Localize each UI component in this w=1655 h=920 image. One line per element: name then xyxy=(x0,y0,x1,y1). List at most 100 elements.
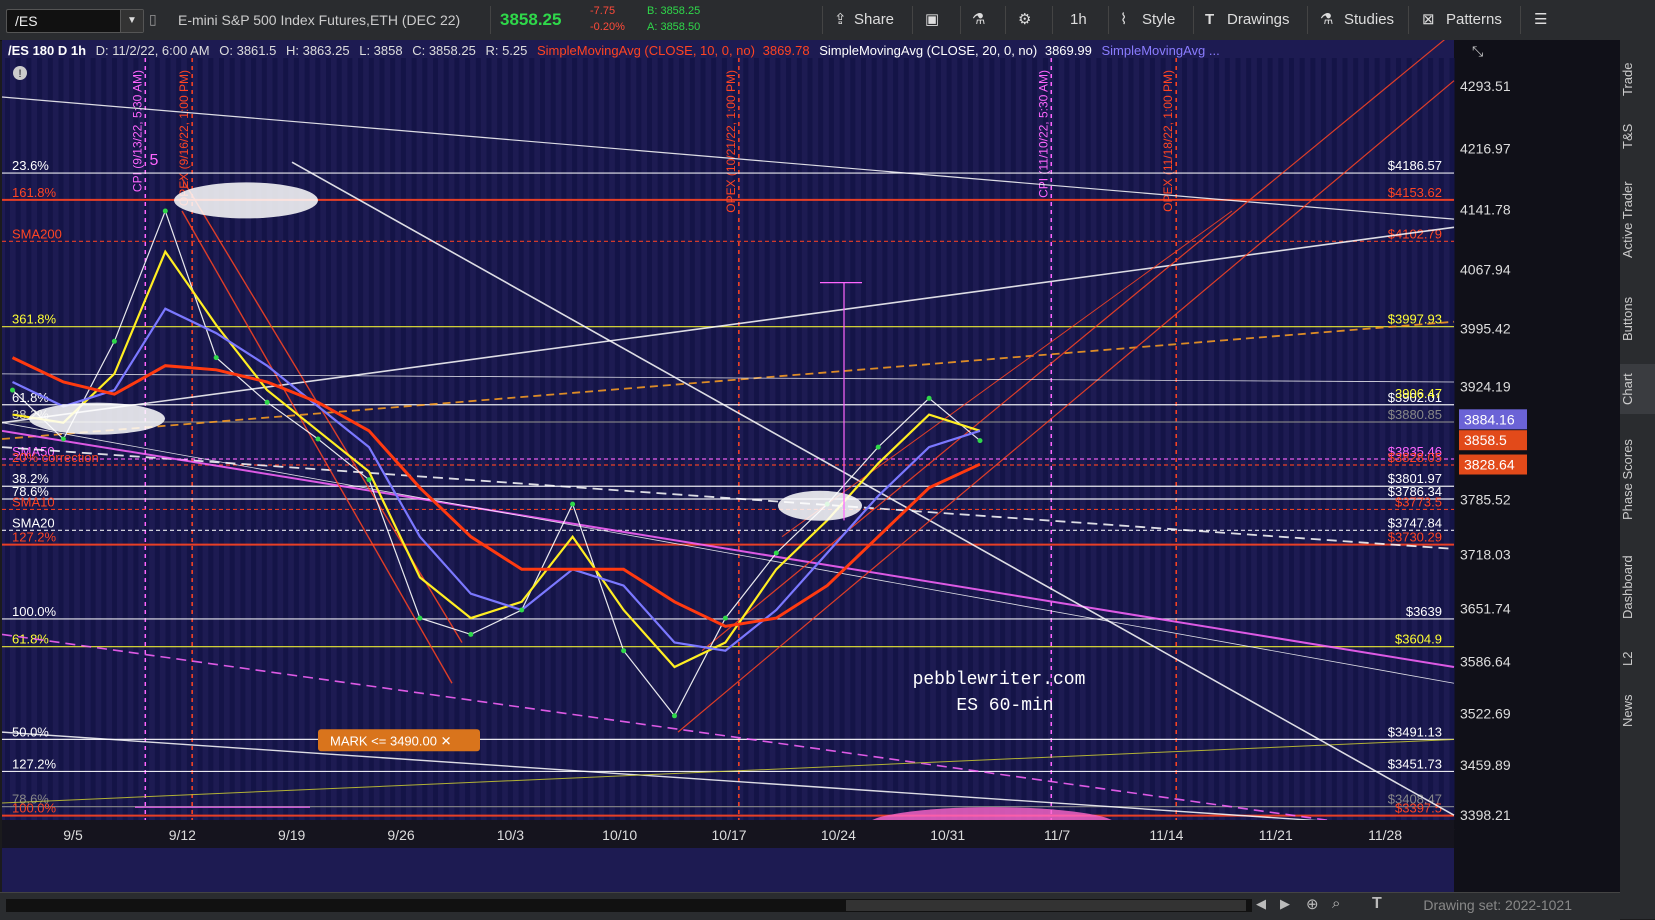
tab-phase-scores[interactable]: Phase Scores xyxy=(1620,430,1655,530)
session-stripe xyxy=(1224,58,1230,820)
drawings-label: Drawings xyxy=(1227,11,1290,28)
price-badge-label: 3858.5 xyxy=(1464,432,1507,448)
session-stripe xyxy=(1128,58,1134,820)
session-stripe xyxy=(550,58,556,820)
scroll-right-icon[interactable]: ▶ xyxy=(1280,896,1290,912)
session-stripe xyxy=(850,58,856,820)
date-axis-tick: 10/24 xyxy=(821,827,856,843)
divider xyxy=(912,6,913,34)
price-chart[interactable]: CPI (9/13/22, 5:30 AM) OPEX (9/16/22, 1:0… xyxy=(2,40,1620,892)
zoom-icon[interactable]: ⌕ xyxy=(1332,895,1340,912)
fib-level-label: 361.8% xyxy=(12,312,57,327)
level-price-label: $3730.29 xyxy=(1388,530,1442,545)
drawing-tool-icon[interactable]: T xyxy=(1372,895,1382,913)
session-stripe xyxy=(1363,58,1369,820)
drawing-set-label[interactable]: Drawing set: 2022-1021 xyxy=(1423,897,1572,913)
divider xyxy=(1052,6,1053,34)
tab-trade[interactable]: Trade xyxy=(1620,54,1655,104)
style-button[interactable]: ⌇ Style xyxy=(1120,0,1175,40)
tab-level2[interactable]: L2 xyxy=(1620,644,1655,674)
session-stripe xyxy=(818,58,824,820)
session-stripe xyxy=(240,58,246,820)
fib-level-label: 50.0% xyxy=(12,724,49,739)
menu-button[interactable]: ☰ xyxy=(1534,0,1547,40)
tab-dashboard[interactable]: Dashboard xyxy=(1620,544,1655,630)
header-sma-more[interactable]: SimpleMovingAvg ... xyxy=(1101,43,1219,58)
date-axis-tick: 11/28 xyxy=(1368,827,1402,843)
scroll-left-icon[interactable]: ◀ xyxy=(1256,896,1266,912)
session-stripe xyxy=(1214,58,1220,820)
drawings-button[interactable]: T Drawings xyxy=(1205,0,1290,40)
tab-time-and-sales[interactable]: T&S xyxy=(1620,116,1655,156)
grid-view-button[interactable]: ▣ xyxy=(925,0,939,40)
event-label: OPEX (11/18/22, 1:00 PM) xyxy=(1161,70,1175,212)
grid-icon: ▣ xyxy=(925,11,940,28)
crosshair-icon[interactable]: ⊕ xyxy=(1306,895,1319,913)
session-stripe xyxy=(1107,58,1113,820)
style-icon: ⌇ xyxy=(1120,11,1128,28)
session-stripe xyxy=(1374,58,1380,820)
session-stripe xyxy=(1299,58,1305,820)
studies-button[interactable]: ⚗ Studies xyxy=(1320,0,1394,40)
expand-icon: ⤡ xyxy=(1472,43,1483,59)
session-stripe xyxy=(786,58,792,820)
session-stripe xyxy=(1075,58,1080,820)
share-icon: ⇪ xyxy=(834,11,847,28)
scrollbar-thumb[interactable] xyxy=(846,900,1246,911)
symbol-label: /ES xyxy=(15,13,38,29)
timeframe-button[interactable]: 1h xyxy=(1070,0,1087,40)
flask-button[interactable]: ⚗ xyxy=(972,0,985,40)
level-price-label: $3828.05 xyxy=(1388,450,1442,465)
session-stripe xyxy=(101,58,107,820)
chart-area[interactable]: CPI (9/13/22, 5:30 AM) OPEX (9/16/22, 1:0… xyxy=(2,40,1620,892)
price-axis-tick: 4067.94 xyxy=(1460,262,1511,278)
session-stripe xyxy=(625,58,631,820)
tab-buttons[interactable]: Buttons xyxy=(1620,286,1655,352)
symbol-description: E-mini S&P 500 Index Futures,ETH (DEC 22… xyxy=(178,12,461,28)
tab-news[interactable]: News xyxy=(1620,686,1655,736)
header-sma10[interactable]: SimpleMovingAvg (CLOSE, 10, 0, no) xyxy=(537,43,755,58)
session-stripe xyxy=(711,58,717,820)
session-stripe xyxy=(1267,58,1273,820)
settings-button[interactable]: ⚙ xyxy=(1018,0,1031,40)
header-sma20[interactable]: SimpleMovingAvg (CLOSE, 20, 0, no) xyxy=(819,43,1037,58)
tab-active-trader[interactable]: Active Trader xyxy=(1620,170,1655,270)
session-stripe xyxy=(807,58,813,820)
session-stripe xyxy=(925,58,931,820)
session-stripe xyxy=(1117,58,1123,820)
horizontal-scrollbar[interactable] xyxy=(6,899,1252,912)
price-point xyxy=(722,615,728,621)
divider xyxy=(1193,6,1194,34)
session-stripe xyxy=(497,58,503,820)
fib-level-label: 127.2% xyxy=(12,530,57,545)
session-stripe xyxy=(272,58,278,820)
session-stripe xyxy=(79,58,85,820)
mark-label: MARK <= 3490.00 ✕ xyxy=(330,733,451,748)
grip-icon[interactable]: ▯ xyxy=(149,11,157,28)
fib-level-label: 61.8% xyxy=(12,632,49,647)
divider xyxy=(490,6,491,34)
session-stripe xyxy=(935,58,941,820)
session-stripe xyxy=(368,58,374,820)
level-price-label: $4186.57 xyxy=(1388,158,1442,173)
share-button[interactable]: ⇪ Share xyxy=(834,0,894,40)
highlight-ellipse xyxy=(29,402,165,435)
price-axis-tick: 4293.51 xyxy=(1460,78,1511,94)
patterns-button[interactable]: ⊠ Patterns xyxy=(1422,0,1502,40)
studies-label: Studies xyxy=(1344,11,1395,28)
event-label: OPEX (10/21/22, 1:00 PM) xyxy=(724,70,738,213)
net-change: -7.75 xyxy=(590,5,616,17)
top-toolbar: /ES ▼ ▯ E-mini S&P 500 Index Futures,ETH… xyxy=(0,0,1655,41)
session-stripe xyxy=(754,58,759,820)
session-stripe xyxy=(400,58,406,820)
date-axis-tick: 9/26 xyxy=(387,827,414,843)
price-point xyxy=(875,444,881,450)
session-stripe xyxy=(1053,58,1059,820)
tab-chart[interactable]: Chart xyxy=(1620,364,1655,414)
price-badge-label: 3828.64 xyxy=(1464,457,1515,473)
level-price-label: $3397.5 xyxy=(1395,801,1442,816)
price-axis-tick: 4216.97 xyxy=(1460,140,1511,156)
level-price-label: $3451.73 xyxy=(1388,756,1442,771)
symbol-selector[interactable]: /ES ▼ xyxy=(6,9,144,33)
chevron-down-icon[interactable]: ▼ xyxy=(120,10,143,32)
